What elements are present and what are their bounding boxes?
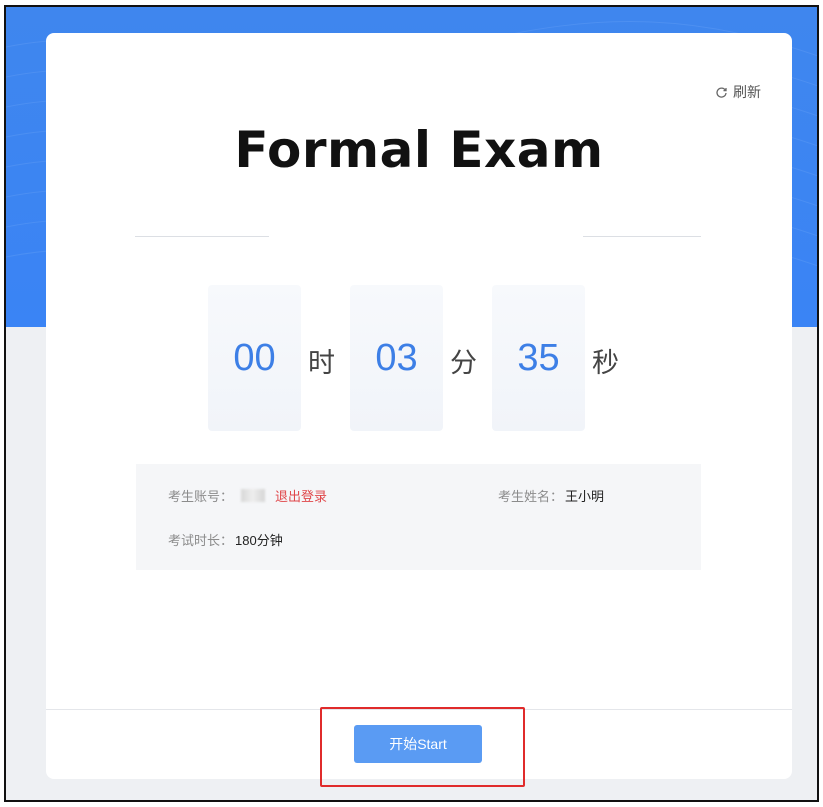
- minutes-digit-box: 03: [350, 285, 443, 431]
- duration-value: 180分钟: [235, 533, 283, 548]
- account-value-redacted: [241, 489, 266, 502]
- name-row: 考生姓名： 王小明: [498, 486, 604, 505]
- name-label: 考生姓名：: [498, 489, 564, 504]
- divider-left: [135, 236, 269, 237]
- account-label: 考生账号：: [168, 489, 234, 504]
- seconds-unit: 秒: [592, 348, 619, 379]
- account-row: 考生账号： 退出登录: [168, 486, 327, 505]
- duration-row: 考试时长： 180分钟: [168, 530, 283, 549]
- minutes-value: 03: [375, 336, 418, 379]
- seconds-digit-box: 35: [492, 285, 585, 431]
- refresh-label: 刷新: [733, 84, 761, 100]
- divider-right: [583, 236, 701, 237]
- minutes-unit: 分: [450, 348, 477, 379]
- logout-link[interactable]: 退出登录: [275, 486, 327, 505]
- seconds-value: 35: [517, 336, 560, 379]
- name-value: 王小明: [565, 489, 605, 504]
- hours-value: 00: [233, 336, 276, 379]
- exam-window: 刷新 Formal Exam 00 时 03 分 35 秒 考生账号： 退出登录: [4, 5, 819, 802]
- refresh-button[interactable]: 刷新: [715, 82, 761, 102]
- refresh-icon: [715, 86, 728, 99]
- countdown-timer: 00 时 03 分 35 秒: [46, 285, 792, 431]
- duration-label: 考试时长：: [168, 533, 234, 548]
- hours-digit-box: 00: [208, 285, 301, 431]
- page-title: Formal Exam: [234, 121, 604, 179]
- exam-card: 刷新 Formal Exam 00 时 03 分 35 秒 考生账号： 退出登录: [46, 33, 792, 779]
- hours-unit: 时: [308, 348, 335, 379]
- candidate-info-panel: 考生账号： 退出登录 考生姓名： 王小明 考试时长： 180分钟: [136, 464, 701, 570]
- start-button[interactable]: 开始Start: [354, 725, 482, 763]
- footer-divider: [46, 709, 792, 710]
